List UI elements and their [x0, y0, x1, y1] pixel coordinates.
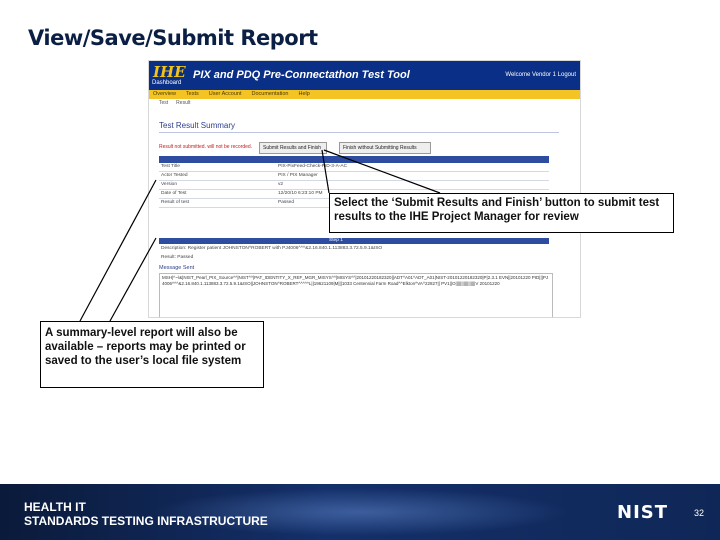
- footer-bar: HEALTH IT STANDARDS TESTING INFRASTRUCTU…: [0, 484, 720, 540]
- footer-org-line2: STANDARDS TESTING INFRASTRUCTURE: [24, 514, 268, 528]
- footer-org-line1: HEALTH IT: [24, 500, 86, 514]
- page-number: 32: [694, 508, 705, 518]
- footer-org: HEALTH IT STANDARDS TESTING INFRASTRUCTU…: [24, 500, 268, 528]
- callout-line: [109, 237, 157, 322]
- nist-logo: NIST: [617, 502, 669, 523]
- callout-line: [323, 149, 441, 194]
- callout-lines: [79, 149, 441, 322]
- callout-line: [321, 149, 330, 194]
- summary-callout: A summary-level report will also be avai…: [40, 321, 264, 388]
- callout-line: [79, 179, 157, 322]
- submit-callout: Select the ‘Submit Results and Finish’ b…: [329, 193, 674, 233]
